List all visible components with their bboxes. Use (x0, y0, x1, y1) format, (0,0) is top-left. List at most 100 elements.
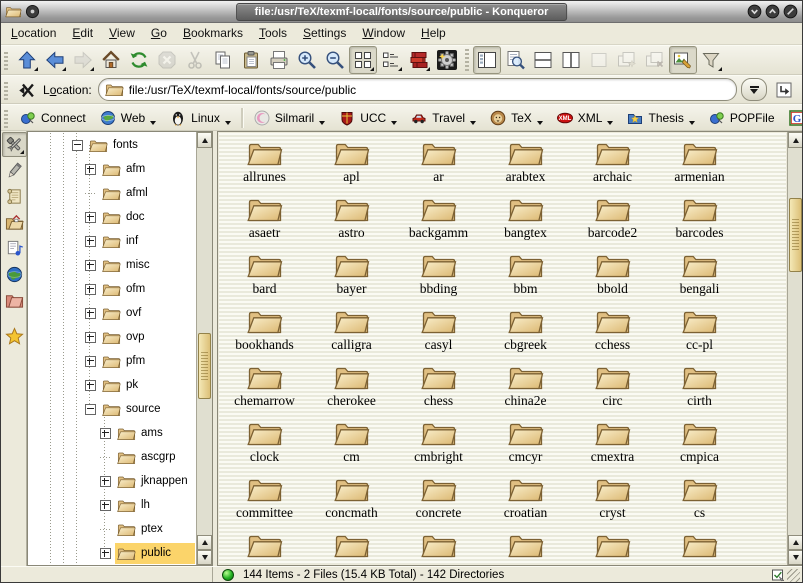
folder-item[interactable] (308, 531, 395, 564)
tree-item-body[interactable]: fonts (87, 135, 195, 156)
tree-item-jknappen[interactable]: jknappen (29, 469, 195, 493)
folder-bayer[interactable]: bayer (308, 251, 395, 307)
folder-cbgreek[interactable]: cbgreek (482, 307, 569, 363)
bookmark-linux[interactable]: Linux (163, 106, 238, 130)
tree-expander-plus[interactable] (85, 212, 96, 223)
folder-barcodes[interactable]: barcodes (656, 195, 743, 251)
home-button[interactable] (97, 46, 125, 74)
bookmark-travel[interactable]: Travel (404, 106, 483, 130)
back-button[interactable] (41, 46, 69, 74)
tree-item-afml[interactable]: afml (29, 181, 195, 205)
folder-backgamm[interactable]: backgamm (395, 195, 482, 251)
bookmark-connect[interactable]: Connect (13, 106, 93, 130)
sidebar-tab-configure[interactable] (2, 132, 27, 157)
folder-chess[interactable]: chess (395, 363, 482, 419)
menu-view[interactable]: View (101, 23, 143, 44)
images-button[interactable] (669, 46, 697, 74)
folder-asaetr[interactable]: asaetr (221, 195, 308, 251)
folder-cchess[interactable]: cchess (569, 307, 656, 363)
scrollbar-thumb[interactable] (789, 198, 802, 272)
toolbar-grip[interactable] (4, 108, 8, 128)
remove-view-button[interactable] (585, 46, 613, 74)
folder-bbm[interactable]: bbm (482, 251, 569, 307)
tree-item-body[interactable]: ams (115, 423, 195, 444)
bookmark-xml[interactable]: XMLXML (550, 106, 621, 130)
tree-item-body[interactable]: public (115, 543, 195, 564)
menu-settings[interactable]: Settings (295, 23, 354, 44)
up-button[interactable] (13, 46, 41, 74)
folder-allrunes[interactable]: allrunes (221, 139, 308, 195)
tree-item-ascgrp[interactable]: ascgrp (29, 445, 195, 469)
tree-item-body[interactable]: pfm (100, 351, 195, 372)
paste-button[interactable] (237, 46, 265, 74)
menu-help[interactable]: Help (413, 23, 454, 44)
folder-bengali[interactable]: bengali (656, 251, 743, 307)
tab-new-button[interactable] (613, 46, 641, 74)
folder-cs[interactable]: cs (656, 475, 743, 531)
zoom-in-button[interactable] (293, 46, 321, 74)
tree-expander-minus[interactable] (72, 140, 83, 151)
tree-item-body[interactable]: afm (100, 159, 195, 180)
folder-chemarrow[interactable]: chemarrow (221, 363, 308, 419)
sidebar-tab-annotate[interactable] (2, 158, 27, 183)
find-view-button[interactable] (501, 46, 529, 74)
folder-cm[interactable]: cm (308, 419, 395, 475)
zoom-out-button[interactable] (321, 46, 349, 74)
tree-item-doc[interactable]: doc (29, 205, 195, 229)
sidebar-tab-root-directory[interactable] (2, 288, 27, 313)
tree-item-body[interactable]: ptex (115, 519, 195, 540)
tree-expander-plus[interactable] (100, 548, 111, 559)
tree-item-ovf[interactable]: ovf (29, 301, 195, 325)
icon-view-button[interactable] (349, 46, 377, 74)
split-vertical-button[interactable] (557, 46, 585, 74)
folder-armenian[interactable]: armenian (656, 139, 743, 195)
tree-item-pfm[interactable]: pfm (29, 349, 195, 373)
bookmark-thesis[interactable]: Thesis (620, 106, 701, 130)
tree-item-body[interactable]: source (100, 399, 195, 420)
folder-cmcyr[interactable]: cmcyr (482, 419, 569, 475)
folder-item[interactable] (395, 531, 482, 564)
list-view-button[interactable] (377, 46, 405, 74)
menu-edit[interactable]: Edit (64, 23, 101, 44)
tree-expander-plus[interactable] (85, 380, 96, 391)
tree-expander-plus[interactable] (85, 332, 96, 343)
folder-barcode2[interactable]: barcode2 (569, 195, 656, 251)
folder-bookhands[interactable]: bookhands (221, 307, 308, 363)
stop-button[interactable] (153, 46, 181, 74)
scroll-up-button[interactable] (197, 132, 212, 148)
folder-casyl[interactable]: casyl (395, 307, 482, 363)
menu-go[interactable]: Go (143, 23, 175, 44)
tree-item-misc[interactable]: misc (29, 253, 195, 277)
scroll-down-button[interactable] (788, 550, 803, 565)
location-input[interactable]: file:/usr/TeX/texmf-local/fonts/source/p… (98, 78, 737, 101)
tree-item-body[interactable]: ascgrp (115, 447, 195, 468)
tree-item-body[interactable]: afml (100, 183, 195, 204)
copy-button[interactable] (209, 46, 237, 74)
folder-cmbright[interactable]: cmbright (395, 419, 482, 475)
menu-location[interactable]: Location (3, 23, 64, 44)
folder-item[interactable] (656, 531, 743, 564)
tree-expander-plus[interactable] (100, 428, 111, 439)
folder-circ[interactable]: circ (569, 363, 656, 419)
menu-bookmarks[interactable]: Bookmarks (175, 23, 251, 44)
folder-apl[interactable]: apl (308, 139, 395, 195)
sidebar-tab-services[interactable] (2, 236, 27, 261)
bookmark-ucc[interactable]: UCC (332, 106, 404, 130)
tree-item-body[interactable]: inf (100, 231, 195, 252)
tree-item-body[interactable]: lh (115, 495, 195, 516)
tree-item-body[interactable]: doc (100, 207, 195, 228)
toolbar-grip[interactable] (4, 80, 8, 100)
tree-expander-plus[interactable] (85, 164, 96, 175)
folder-calligra[interactable]: calligra (308, 307, 395, 363)
scroll-down-button[interactable] (197, 550, 212, 565)
clear-location-button[interactable] (13, 76, 41, 104)
folder-china2e[interactable]: china2e (482, 363, 569, 419)
folder-clock[interactable]: clock (221, 419, 308, 475)
bookmark-google[interactable]: GGoogle (782, 106, 803, 130)
folder-cryst[interactable]: cryst (569, 475, 656, 531)
tree-item-body[interactable]: misc (100, 255, 195, 276)
tree-item-ams[interactable]: ams (29, 421, 195, 445)
folder-cherokee[interactable]: cherokee (308, 363, 395, 419)
minimize-button-icon[interactable] (747, 4, 762, 19)
tree-item-ptex[interactable]: ptex (29, 517, 195, 541)
